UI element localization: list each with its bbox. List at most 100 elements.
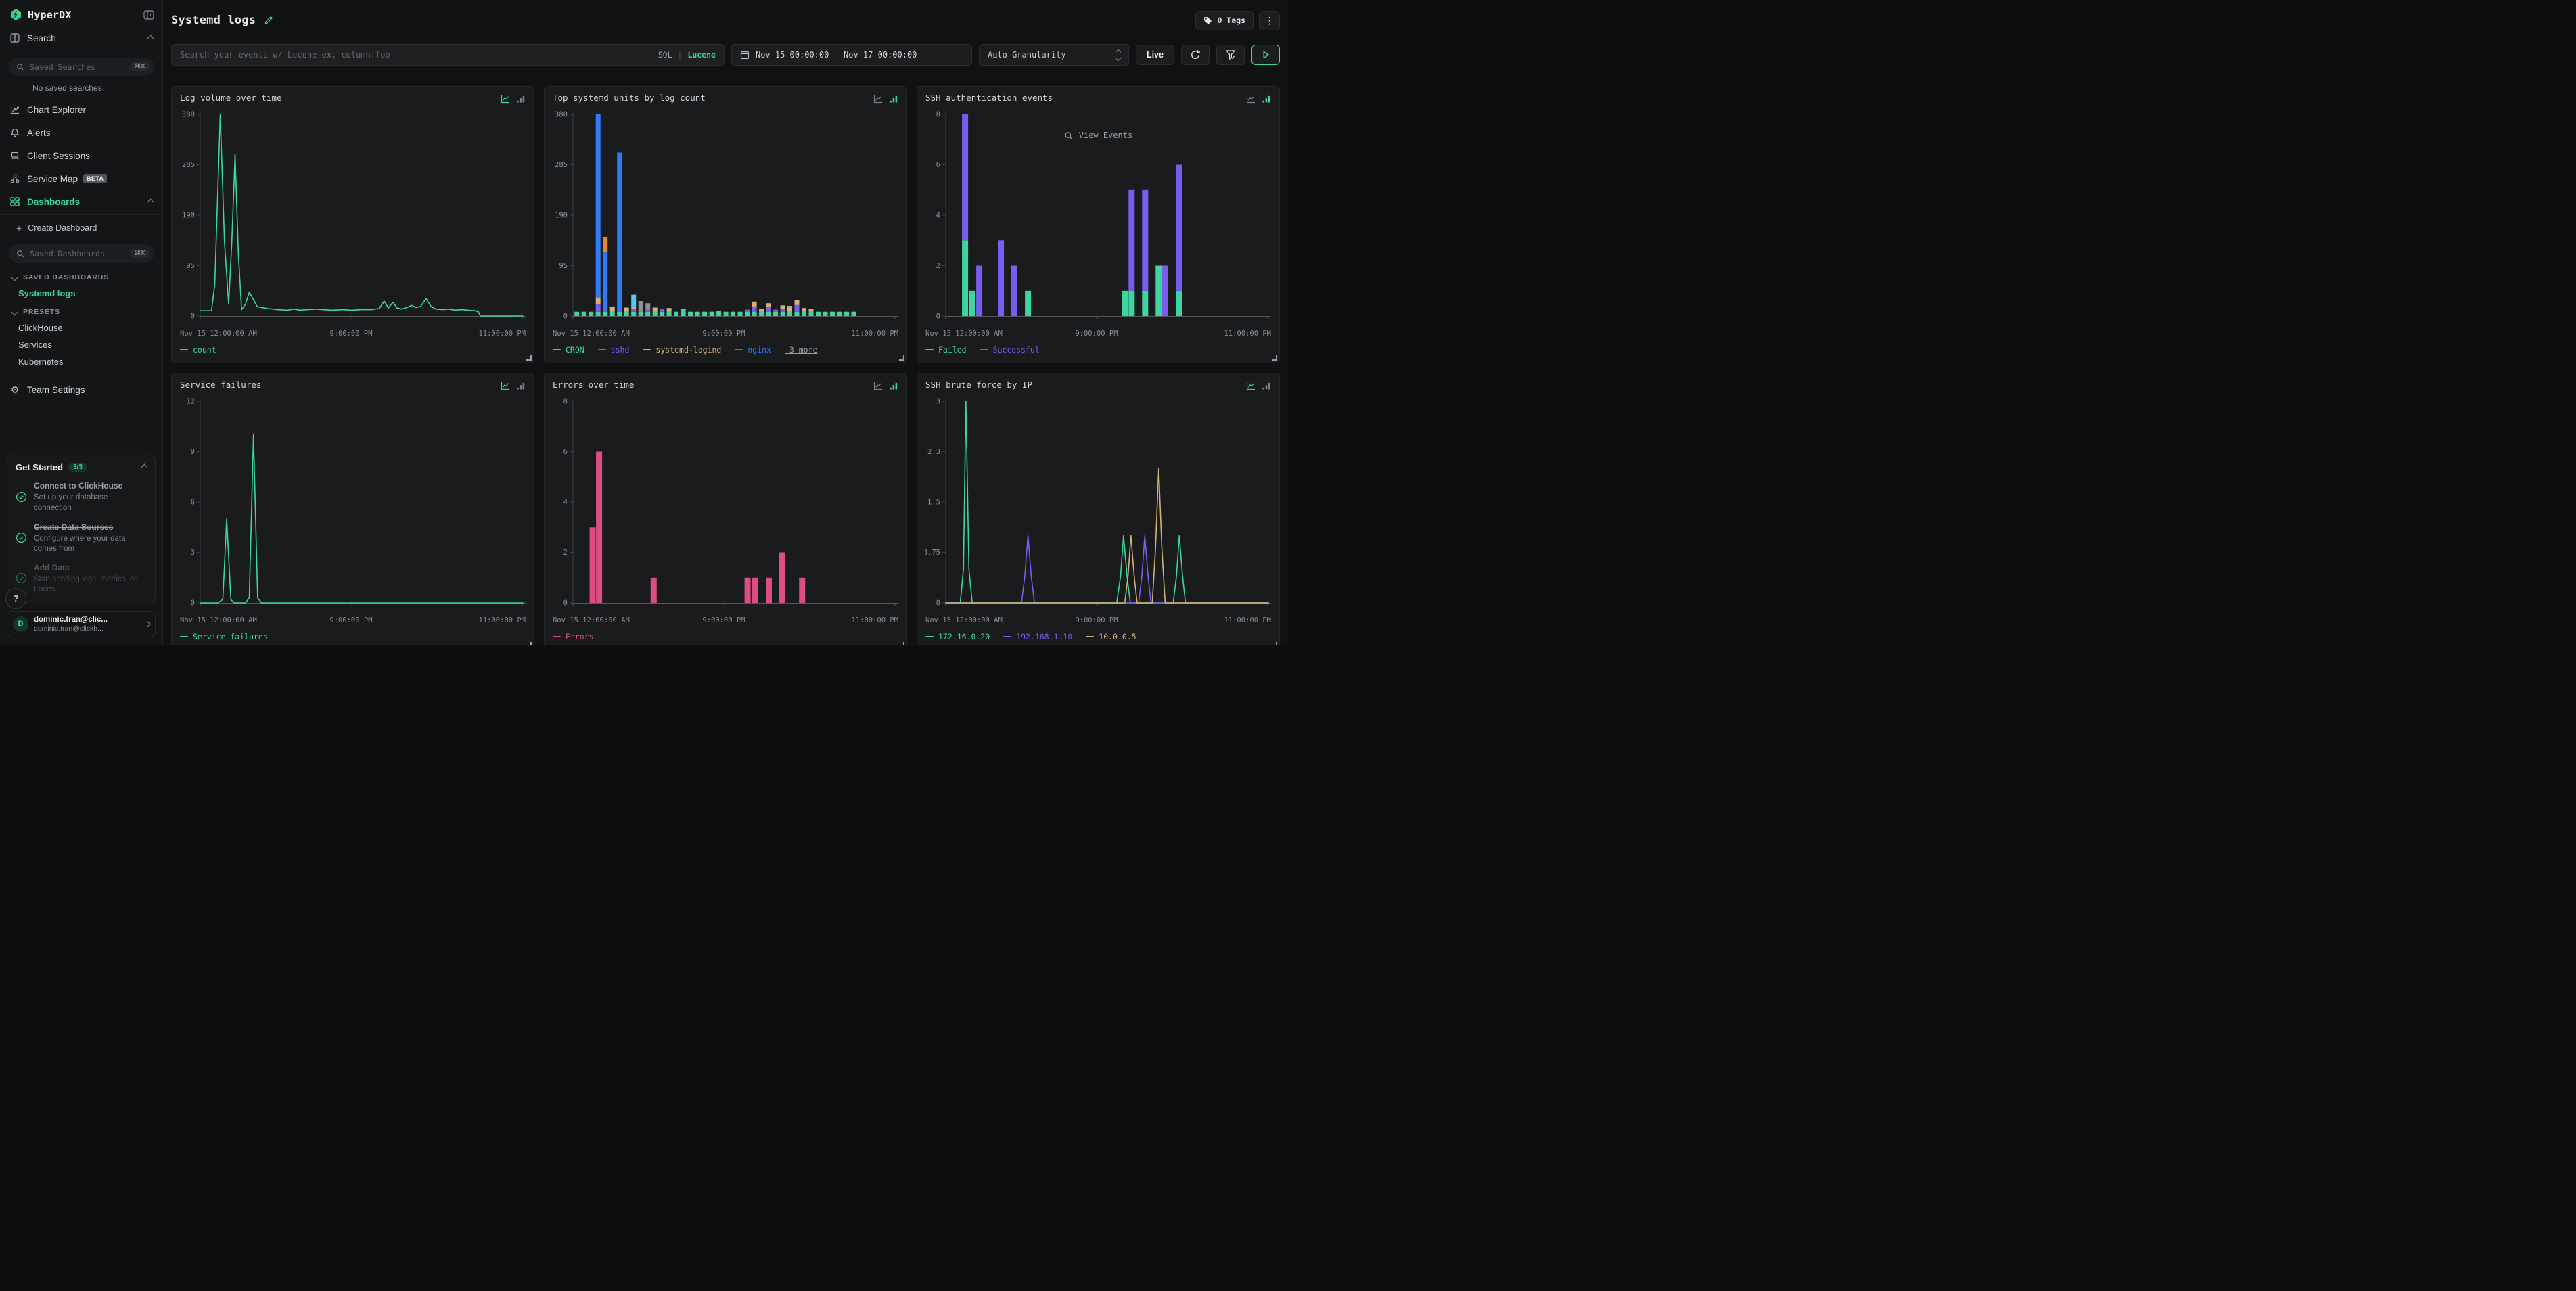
legend-label: Failed [938, 345, 967, 355]
get-started-step-add-data[interactable]: Add Data Start sending logs, metrics, or… [16, 562, 147, 595]
bar-segment [667, 312, 672, 316]
saved-dashboards-section[interactable]: SAVED DASHBOARDS [0, 267, 162, 285]
bar-view-icon[interactable] [516, 94, 526, 104]
sidebar-item-services[interactable]: Services [0, 336, 162, 353]
x-axis-label: 11:00:00 PM [478, 330, 526, 338]
resize-handle[interactable] [899, 642, 904, 646]
get-started-step-sources[interactable]: Create Data Sources Configure where your… [16, 521, 147, 554]
bar-segment [681, 309, 686, 312]
svg-text:2.3: 2.3 [927, 448, 940, 456]
step-title: Connect to ClickHouse [34, 481, 122, 491]
legend-more-link[interactable]: +3 more [785, 345, 817, 355]
svg-text:0: 0 [936, 599, 940, 608]
calendar-icon [740, 50, 750, 60]
legend-label: 172.16.0.20 [938, 632, 990, 641]
user-menu[interactable]: D dominic.tran@clic... dominic.tran@clic… [7, 611, 156, 638]
bar-view-icon[interactable] [1262, 381, 1271, 390]
bar-segment [766, 307, 771, 312]
legend-item[interactable]: sshd [598, 345, 630, 355]
x-axis-label: 9:00:00 PM [1075, 330, 1118, 338]
legend-item[interactable]: Failed [925, 345, 967, 355]
presets-section[interactable]: PRESETS [0, 302, 162, 319]
edit-title-icon[interactable] [264, 16, 273, 25]
legend-item[interactable]: systemd-logind [643, 345, 721, 355]
sql-toggle[interactable]: SQL [658, 50, 672, 60]
sidebar-item-dashboards[interactable]: Dashboards [0, 190, 162, 213]
granularity-select[interactable]: Auto Granularity [979, 44, 1129, 66]
legend-label: Service failures [193, 632, 268, 641]
refresh-button[interactable] [1181, 45, 1210, 65]
resize-handle[interactable] [526, 642, 532, 646]
app-title: HyperDX [28, 9, 72, 21]
bar-view-icon[interactable] [889, 94, 898, 104]
legend-dash-icon [553, 636, 561, 637]
view-events-button[interactable]: View Events [1064, 131, 1132, 140]
legend-item[interactable]: Errors [553, 632, 594, 641]
sidebar-item-team-settings[interactable]: ⚙ Team Settings [0, 378, 162, 401]
svg-text:190: 190 [182, 212, 195, 220]
line-view-icon[interactable] [873, 381, 883, 390]
sidebar-item-systemd-logs[interactable]: Systemd logs [0, 285, 162, 302]
legend-item[interactable]: 172.16.0.20 [925, 632, 990, 641]
legend-item[interactable]: count [180, 345, 216, 355]
line-view-icon[interactable] [1246, 381, 1256, 390]
resize-handle[interactable] [526, 355, 532, 361]
filter-button[interactable] [1216, 45, 1245, 65]
line-view-icon[interactable] [1246, 94, 1256, 104]
bar-view-icon[interactable] [516, 381, 526, 390]
time-range-picker[interactable]: Nov 15 00:00:00 - Nov 17 00:00:00 [731, 44, 972, 66]
sidebar-item-client-sessions[interactable]: Client Sessions [0, 144, 162, 167]
x-axis-label: Nov 15 12:00:00 AM [553, 616, 630, 625]
resize-handle[interactable] [899, 355, 904, 361]
sidebar-item-search[interactable]: Search [0, 26, 162, 49]
legend-item[interactable]: Service failures [180, 632, 268, 641]
sidebar-item-clickhouse[interactable]: ClickHouse [0, 319, 162, 336]
legend-item[interactable]: 192.168.1.10 [1003, 632, 1072, 641]
get-started-step-connect[interactable]: Connect to ClickHouse Set up your databa… [16, 480, 147, 513]
tags-button[interactable]: 0 Tags [1195, 11, 1254, 30]
resize-handle[interactable] [1272, 642, 1277, 646]
chevron-up-icon[interactable] [141, 464, 148, 471]
sidebar-item-label: Search [27, 33, 56, 43]
x-axis-label: 11:00:00 PM [478, 616, 526, 625]
user-name: dominic.tran@clic... [34, 615, 108, 625]
sidebar-collapse-icon[interactable] [143, 10, 154, 20]
legend-item[interactable]: 10.0.0.5 [1086, 632, 1136, 641]
create-dashboard-button[interactable]: + Create Dashboard [0, 217, 162, 240]
saved-searches-input[interactable]: Saved Searches ⌘K [8, 58, 154, 76]
bar-segment [745, 312, 750, 316]
line-view-icon[interactable] [873, 94, 883, 104]
sidebar-item-service-map[interactable]: Service Map BETA [0, 167, 162, 190]
lucene-toggle[interactable]: Lucene [687, 50, 716, 60]
sidebar-item-chart-explorer[interactable]: Chart Explorer [0, 98, 162, 121]
bar-view-icon[interactable] [1262, 94, 1271, 104]
x-axis-label: 9:00:00 PM [1075, 616, 1118, 625]
chevron-up-icon [147, 35, 154, 41]
help-button[interactable]: ? [5, 588, 26, 609]
bar-segment [787, 306, 792, 312]
legend-dash-icon [180, 349, 188, 350]
run-query-button[interactable] [1251, 45, 1280, 65]
svg-text:9: 9 [191, 448, 195, 456]
event-search-input[interactable]: Search your events w/ Lucene ex. column:… [171, 44, 724, 66]
legend-item[interactable]: nginx [735, 345, 771, 355]
bar-segment [795, 305, 800, 312]
saved-dashboards-input[interactable]: Saved Dashboards ⌘K [8, 244, 154, 263]
sidebar-item-kubernetes[interactable]: Kubernetes [0, 353, 162, 370]
shortcut-badge: ⌘K [131, 249, 149, 258]
bar-segment [624, 308, 629, 312]
chart-legend: count [180, 345, 526, 355]
line-view-icon[interactable] [501, 381, 510, 390]
legend-item[interactable]: Successful [980, 345, 1040, 355]
live-button[interactable]: Live [1136, 45, 1174, 65]
legend-label: Successful [993, 345, 1040, 355]
bar-view-icon[interactable] [889, 381, 898, 390]
svg-text:6: 6 [191, 499, 195, 507]
sidebar-item-alerts[interactable]: Alerts [0, 121, 162, 144]
resize-handle[interactable] [1272, 355, 1277, 361]
legend-item[interactable]: CRON [553, 345, 584, 355]
dashboards-icon [9, 196, 20, 207]
line-view-icon[interactable] [501, 94, 510, 104]
panel-menu-button[interactable]: ⋮ [1259, 11, 1280, 30]
legend-label: sshd [611, 345, 630, 355]
